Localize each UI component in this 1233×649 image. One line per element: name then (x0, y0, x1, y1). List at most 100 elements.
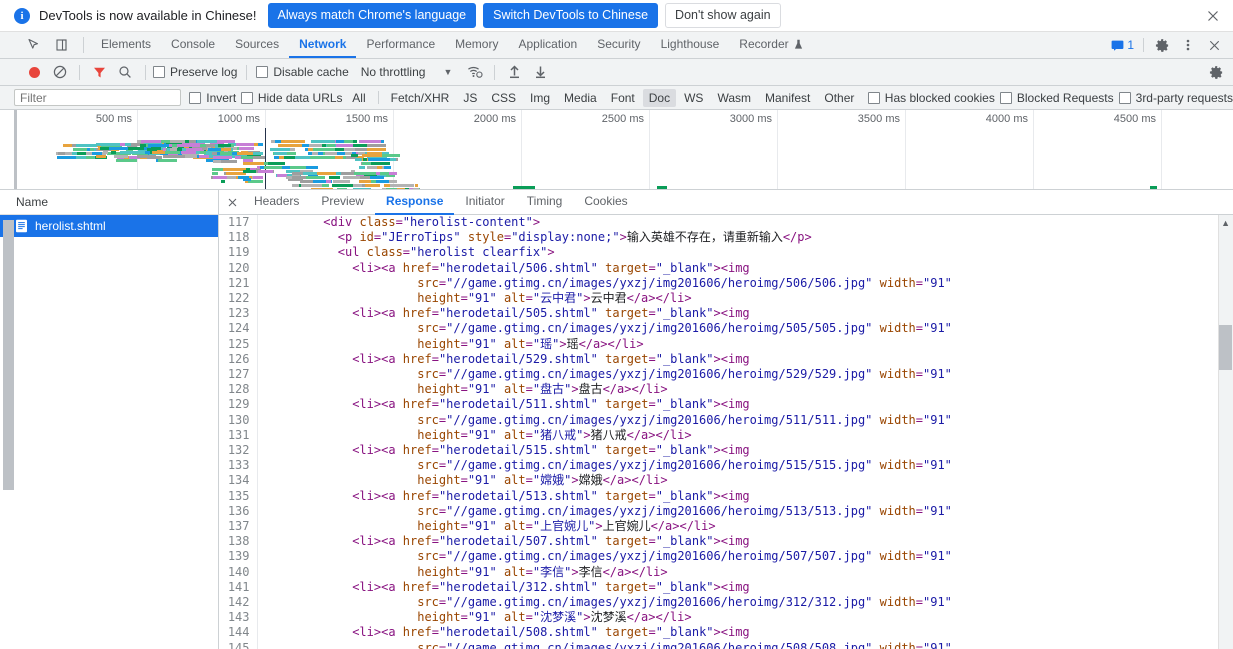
filter-type-wasm[interactable]: Wasm (711, 89, 757, 107)
filter-type-js[interactable]: JS (457, 89, 483, 107)
line-content[interactable]: height="91" alt="猪八戒">猪八戒</a></li> (257, 428, 953, 443)
close-icon[interactable] (1205, 8, 1221, 24)
line-content[interactable]: height="91" alt="嫦娥">嫦娥</a></li> (257, 473, 953, 488)
tab-sources[interactable]: Sources (225, 32, 289, 58)
blocked-requests-checkbox[interactable]: Blocked Requests (1000, 91, 1114, 105)
line-content[interactable]: height="91" alt="云中君">云中君</a></li> (257, 291, 953, 306)
disable-cache-checkbox[interactable]: Disable cache (256, 65, 348, 79)
filter-type-css[interactable]: CSS (485, 89, 522, 107)
filter-type-img[interactable]: Img (524, 89, 556, 107)
network-conditions-icon[interactable] (462, 61, 488, 83)
line-content[interactable]: src="//game.gtimg.cn/images/yxzj/img2016… (257, 367, 953, 382)
import-har-icon[interactable] (501, 61, 527, 83)
filter-type-ws[interactable]: WS (678, 89, 709, 107)
line-content[interactable]: <p id="JErroTips" style="display:none;">… (257, 230, 953, 245)
network-overview-timeline[interactable]: 500 ms1000 ms1500 ms2000 ms2500 ms3000 m… (0, 110, 1233, 190)
line-content[interactable]: src="//game.gtimg.cn/images/yxzj/img2016… (257, 413, 953, 428)
throttling-dropdown[interactable]: No throttling ▼ (361, 65, 453, 79)
has-blocked-cookies-checkbox[interactable]: Has blocked cookies (868, 91, 995, 105)
line-content[interactable]: <li><a href="herodetail/515.shtml" targe… (257, 443, 953, 458)
line-content[interactable]: <li><a href="herodetail/513.shtml" targe… (257, 489, 953, 504)
line-content[interactable]: <li><a href="herodetail/312.shtml" targe… (257, 580, 953, 595)
overview-window-left-handle[interactable] (14, 110, 17, 190)
line-content[interactable]: src="//game.gtimg.cn/images/yxzj/img2016… (257, 321, 953, 336)
close-icon[interactable] (1201, 34, 1227, 56)
device-toolbar-icon[interactable] (48, 32, 76, 58)
close-icon[interactable] (221, 197, 243, 208)
line-content[interactable]: height="91" alt="沈梦溪">沈梦溪</a></li> (257, 610, 953, 625)
tab-network[interactable]: Network (289, 32, 356, 58)
line-content[interactable]: height="91" alt="上官婉儿">上官婉儿</a></li> (257, 519, 953, 534)
detail-tab-timing[interactable]: Timing (516, 190, 574, 215)
overview-request-bar (170, 140, 186, 143)
tab-memory[interactable]: Memory (445, 32, 508, 58)
tab-lighthouse[interactable]: Lighthouse (651, 32, 730, 58)
request-list-scrollbar-thumb[interactable] (3, 220, 14, 490)
line-content[interactable]: <li><a href="herodetail/511.shtml" targe… (257, 397, 953, 412)
always-match-language-button[interactable]: Always match Chrome's language (268, 3, 477, 29)
switch-devtools-language-button[interactable]: Switch DevTools to Chinese (483, 3, 658, 29)
filter-type-fetch-xhr[interactable]: Fetch/XHR (385, 89, 456, 107)
invert-checkbox[interactable]: Invert (189, 91, 236, 105)
tab-security[interactable]: Security (587, 32, 650, 58)
scroll-up-arrow-icon[interactable]: ▲ (1221, 218, 1230, 228)
line-content[interactable]: src="//game.gtimg.cn/images/yxzj/img2016… (257, 504, 953, 519)
response-scrollbar-thumb[interactable] (1219, 325, 1232, 370)
filter-type-font[interactable]: Font (605, 89, 641, 107)
code-token: "91" (923, 413, 952, 427)
filter-type-doc[interactable]: Doc (643, 89, 676, 107)
line-content[interactable]: <li><a href="herodetail/507.shtml" targe… (257, 534, 953, 549)
line-content[interactable]: height="91" alt="李信">李信</a></li> (257, 565, 953, 580)
message-count-badge[interactable]: 1 (1107, 37, 1138, 53)
record-button-icon[interactable] (21, 61, 47, 83)
response-vertical-scrollbar[interactable]: ▲ (1218, 215, 1233, 649)
detail-tab-initiator[interactable]: Initiator (454, 190, 515, 215)
tab-elements[interactable]: Elements (91, 32, 161, 58)
line-content[interactable]: <ul class="herolist clearfix"> (257, 245, 953, 260)
overview-request-bar (274, 156, 279, 159)
dont-show-again-button[interactable]: Don't show again (665, 3, 781, 29)
more-vertical-icon[interactable] (1175, 34, 1201, 56)
filter-icon[interactable] (86, 61, 112, 83)
response-source-viewer[interactable]: 117 <div class="herolist-content">118 <p… (219, 215, 1233, 649)
filter-type-manifest[interactable]: Manifest (759, 89, 816, 107)
clear-icon[interactable] (47, 61, 73, 83)
line-content[interactable]: src="//game.gtimg.cn/images/yxzj/img2016… (257, 595, 953, 610)
line-content[interactable]: <li><a href="herodetail/505.shtml" targe… (257, 306, 953, 321)
line-number: 136 (219, 504, 257, 519)
code-token: > (583, 291, 590, 305)
request-row-herolist[interactable]: herolist.shtml (0, 215, 218, 237)
filter-input[interactable] (14, 89, 181, 106)
export-har-icon[interactable] (527, 61, 553, 83)
line-content[interactable]: height="91" alt="盘古">盘古</a></li> (257, 382, 953, 397)
detail-tab-cookies[interactable]: Cookies (573, 190, 638, 215)
line-content[interactable]: height="91" alt="瑶">瑶</a></li> (257, 337, 953, 352)
tab-console[interactable]: Console (161, 32, 225, 58)
network-settings-gear-icon[interactable] (1207, 61, 1233, 83)
line-content[interactable]: <li><a href="herodetail/529.shtml" targe… (257, 352, 953, 367)
line-content[interactable]: <li><a href="herodetail/508.shtml" targe… (257, 625, 953, 640)
detail-tab-headers[interactable]: Headers (243, 190, 310, 215)
tab-performance[interactable]: Performance (356, 32, 445, 58)
line-content[interactable]: src="//game.gtimg.cn/images/yxzj/img2016… (257, 276, 953, 291)
filter-type-other[interactable]: Other (818, 89, 860, 107)
third-party-requests-checkbox[interactable]: 3rd-party requests (1119, 91, 1233, 105)
line-content[interactable]: src="//game.gtimg.cn/images/yxzj/img2016… (257, 641, 953, 649)
filter-type-all[interactable]: All (346, 89, 371, 107)
gear-icon[interactable] (1149, 34, 1175, 56)
tab-application[interactable]: Application (508, 32, 587, 58)
line-content[interactable]: <div class="herolist-content"> (257, 215, 953, 230)
line-content[interactable]: <li><a href="herodetail/506.shtml" targe… (257, 261, 953, 276)
detail-tab-preview[interactable]: Preview (310, 190, 375, 215)
preserve-log-checkbox[interactable]: Preserve log (153, 65, 237, 79)
line-content[interactable]: src="//game.gtimg.cn/images/yxzj/img2016… (257, 549, 953, 564)
filter-type-media[interactable]: Media (558, 89, 603, 107)
detail-tab-response[interactable]: Response (375, 190, 454, 215)
tab-recorder[interactable]: Recorder (729, 32, 812, 58)
hide-data-urls-checkbox[interactable]: Hide data URLs (241, 91, 343, 105)
code-token (266, 230, 338, 244)
overview-request-bar (239, 147, 254, 150)
inspect-element-icon[interactable] (20, 32, 48, 58)
line-content[interactable]: src="//game.gtimg.cn/images/yxzj/img2016… (257, 458, 953, 473)
search-icon[interactable] (112, 61, 138, 83)
